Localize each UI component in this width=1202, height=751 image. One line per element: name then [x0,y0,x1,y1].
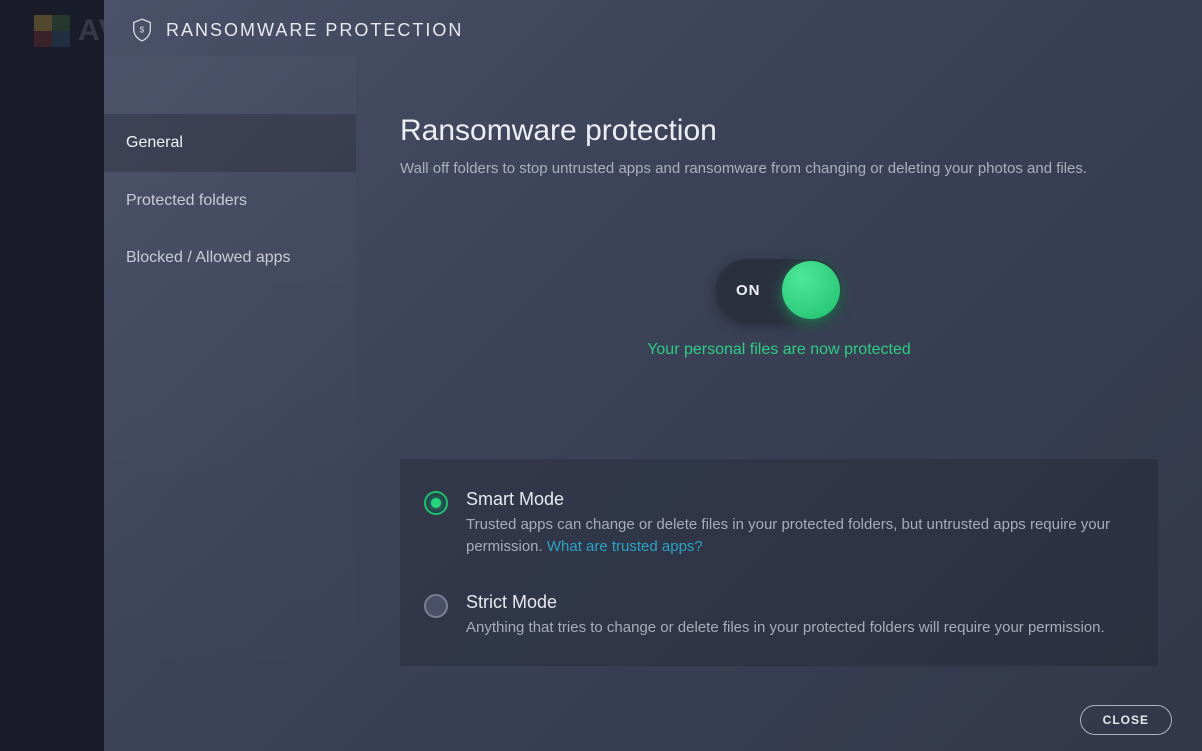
side-nav: General Protected folders Blocked / Allo… [104,56,356,751]
toggle-area: ON Your personal files are now protected [400,259,1158,359]
radio-smart-mode[interactable] [424,491,448,515]
content-area: Ransomware protection Wall off folders t… [356,56,1202,751]
mode-title: Smart Mode [466,489,1134,510]
brand-logo-icon [34,15,70,47]
svg-text:$: $ [140,25,145,35]
sidebar-item-general[interactable]: General [104,114,356,172]
panel-body: General Protected folders Blocked / Allo… [104,56,1202,751]
mode-description: Trusted apps can change or delete files … [466,514,1134,558]
mode-title: Strict Mode [466,592,1134,613]
trusted-apps-link[interactable]: What are trusted apps? [547,538,703,555]
toggle-knob-icon [782,261,840,319]
mode-option-strict[interactable]: Strict Mode Anything that tries to chang… [424,578,1134,639]
mode-texts: Smart Mode Trusted apps can change or de… [466,489,1134,558]
mode-selection: Smart Mode Trusted apps can change or de… [400,459,1158,666]
toggle-state-label: ON [736,282,761,299]
panel-header: $ RANSOMWARE PROTECTION [104,0,1202,56]
close-button[interactable]: CLOSE [1080,705,1172,735]
toggle-status-text: Your personal files are now protected [647,341,911,359]
radio-strict-mode[interactable] [424,594,448,618]
mode-option-smart[interactable]: Smart Mode Trusted apps can change or de… [424,485,1134,578]
sidebar-item-blocked-allowed-apps[interactable]: Blocked / Allowed apps [104,229,356,287]
sidebar-item-protected-folders[interactable]: Protected folders [104,172,356,230]
mode-desc-text: Anything that tries to change or delete … [466,619,1105,636]
page-subtitle: Wall off folders to stop untrusted apps … [400,158,1158,179]
protection-toggle[interactable]: ON [716,259,842,321]
panel-title: RANSOMWARE PROTECTION [166,20,463,41]
shield-icon: $ [132,18,152,42]
mode-texts: Strict Mode Anything that tries to chang… [466,592,1134,639]
settings-panel: $ RANSOMWARE PROTECTION General Protecte… [104,0,1202,751]
mode-description: Anything that tries to change or delete … [466,617,1134,639]
panel-footer: CLOSE [1080,705,1172,735]
page-title: Ransomware protection [400,114,1158,148]
